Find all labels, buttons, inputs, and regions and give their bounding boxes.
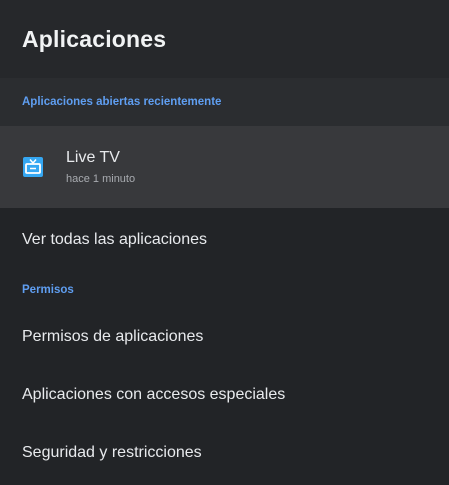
app-permissions-item[interactable]: Permisos de aplicaciones	[0, 308, 449, 366]
apps-settings-screen: Aplicaciones Aplicaciones abiertas recie…	[0, 0, 449, 485]
security-restrictions-item[interactable]: Seguridad y restricciones	[0, 424, 449, 482]
recent-apps-section-header: Aplicaciones abiertas recientemente	[0, 78, 449, 126]
recent-apps-section-title: Aplicaciones abiertas recientemente	[22, 96, 222, 108]
see-all-apps-item[interactable]: Ver todas las aplicaciones	[0, 208, 449, 272]
permissions-section-title: Permisos	[22, 284, 74, 296]
permissions-section-header: Permisos	[0, 272, 449, 308]
page-title: Aplicaciones	[22, 25, 167, 52]
tv-icon	[22, 156, 44, 178]
special-access-item[interactable]: Aplicaciones con accesos especiales	[0, 366, 449, 424]
header: Aplicaciones	[0, 0, 449, 78]
recent-app-text: Live TV hace 1 minuto	[66, 148, 135, 187]
app-last-opened: hace 1 minuto	[66, 172, 136, 185]
app-name: Live TV	[66, 148, 120, 166]
recent-app-live-tv[interactable]: Live TV hace 1 minuto	[0, 126, 449, 208]
